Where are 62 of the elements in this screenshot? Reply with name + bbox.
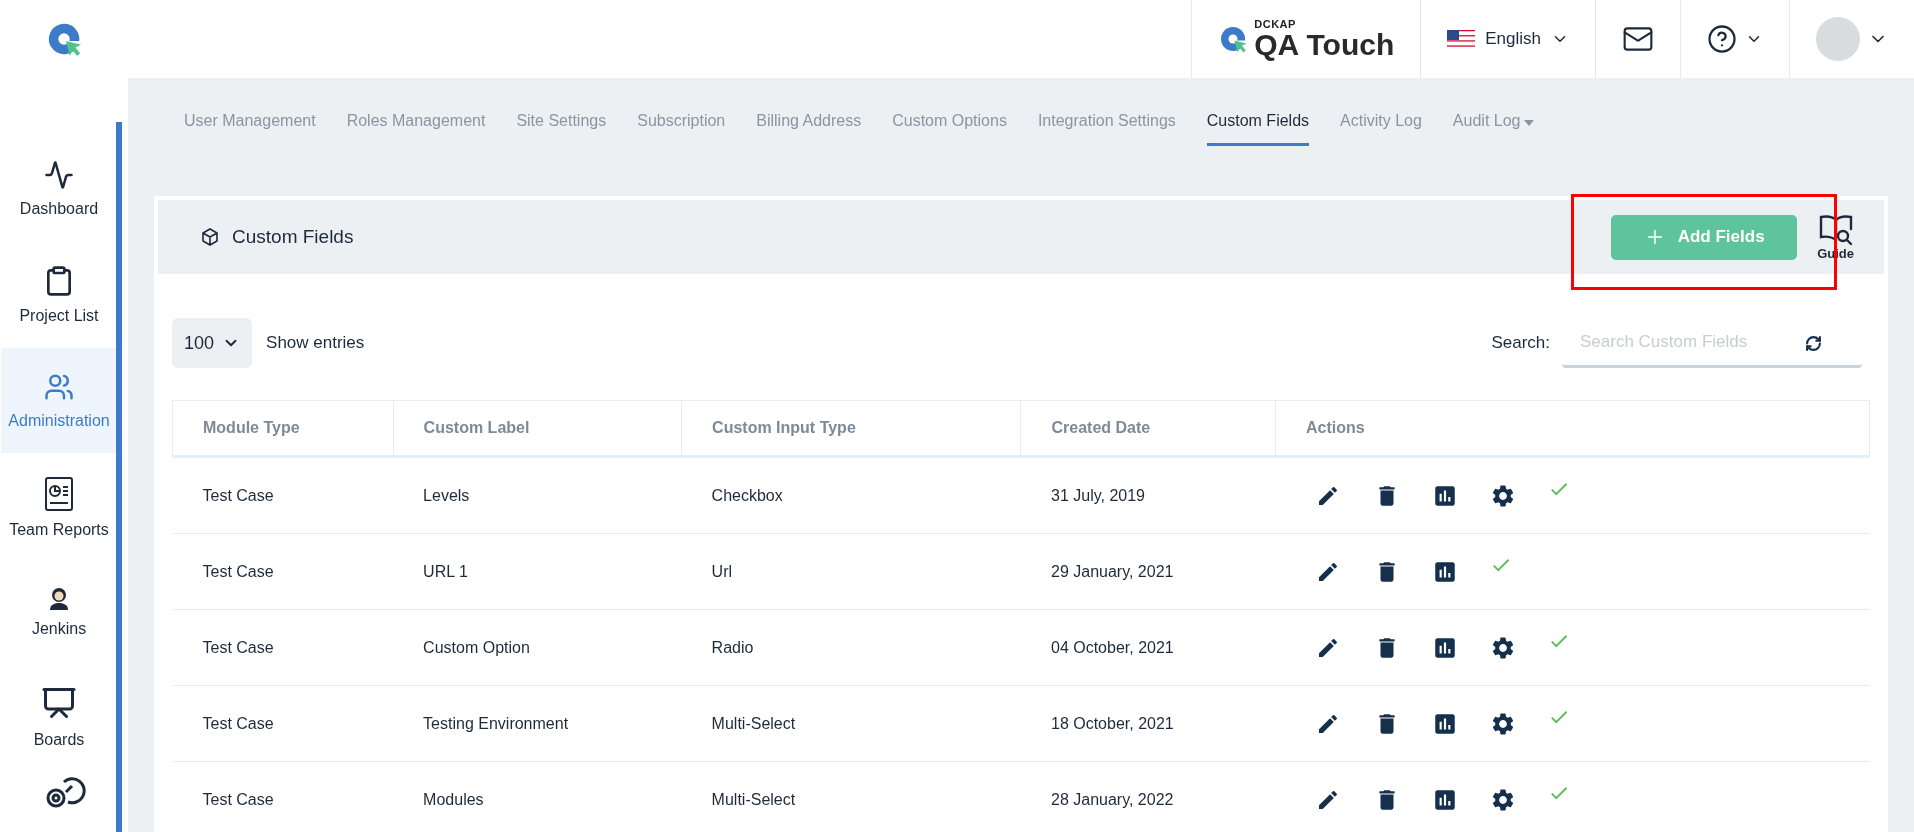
help-icon	[1707, 24, 1737, 54]
tab[interactable]: Integration Settings	[1037, 112, 1176, 146]
person-icon	[48, 586, 70, 610]
column-header: Actions	[1275, 400, 1870, 457]
pulse-icon	[44, 160, 74, 190]
search-label: Search:	[1491, 333, 1550, 353]
table-cell: Radio	[681, 609, 1021, 686]
sidebar-item[interactable]: Boards	[1, 661, 117, 772]
column-header: Created Date	[1021, 400, 1276, 457]
table-cell: Custom Option	[393, 609, 682, 686]
product-name: QA Touch	[1254, 30, 1395, 60]
sidebar-item[interactable]: Administration	[1, 348, 117, 453]
users-icon	[44, 372, 74, 402]
tab[interactable]: Roles Management	[346, 112, 486, 146]
column-header: Module Type	[172, 400, 394, 457]
panel-title: Custom Fields	[232, 226, 354, 248]
table-cell: Multi-Select	[681, 685, 1021, 762]
flag-icon	[1447, 30, 1476, 48]
book-search-icon	[1818, 213, 1853, 246]
table-cell: Testing Environment	[393, 685, 682, 762]
table-cell: 28 January, 2022	[1021, 761, 1276, 832]
sidebar-item[interactable]: Team Reports	[1, 453, 117, 562]
table-cell: Checkbox	[681, 456, 1021, 534]
table-cell: URL 1	[393, 533, 682, 610]
tab[interactable]: Audit Log	[1452, 112, 1535, 146]
table-cell: Url	[681, 533, 1021, 610]
brand-logo-icon	[1218, 24, 1249, 54]
cube-icon	[200, 227, 220, 247]
tab[interactable]: Custom Fields	[1206, 112, 1310, 146]
column-header: Custom Input Type	[681, 400, 1021, 457]
table-cell: 04 October, 2021	[1021, 609, 1276, 686]
add-fields-button[interactable]: Add Fields	[1611, 214, 1798, 260]
sidebar-item[interactable]: Dashboard	[1, 136, 117, 241]
tab[interactable]: Billing Address	[756, 112, 862, 146]
language-selector[interactable]: English	[1447, 29, 1569, 49]
sidebar-item[interactable]: Project List	[1, 241, 117, 348]
table-cell: Test Case	[172, 761, 394, 832]
tab[interactable]: Subscription	[637, 112, 726, 146]
table-cell: Levels	[393, 456, 682, 534]
show-entries-label: Show entries	[266, 333, 365, 353]
table-cell: Multi-Select	[681, 761, 1021, 832]
tab[interactable]: Activity Log	[1340, 112, 1422, 146]
table-cell: Modules	[393, 761, 682, 832]
table-cell: Test Case	[172, 456, 394, 534]
easel-icon	[41, 685, 77, 721]
table-cell: 18 October, 2021	[1021, 685, 1276, 762]
tab[interactable]: User Management	[184, 112, 316, 146]
refresh-icon[interactable]	[1805, 334, 1822, 352]
table-cell: Test Case	[172, 533, 394, 610]
company-name: DCKAP	[1254, 18, 1297, 30]
table-cell: 31 July, 2019	[1021, 456, 1276, 534]
column-header: Custom Label	[393, 400, 682, 457]
tab[interactable]: Custom Options	[892, 112, 1007, 146]
scrollbar[interactable]	[116, 122, 122, 832]
sidebar-item[interactable]: Jenkins	[1, 562, 117, 661]
report-icon	[45, 477, 73, 511]
table-cell: 29 January, 2021	[1021, 533, 1276, 610]
entries-select[interactable]: 100	[172, 318, 253, 368]
avatar	[1816, 17, 1860, 61]
table-cell: Test Case	[172, 609, 394, 686]
tab[interactable]: Site Settings	[516, 112, 607, 146]
table-cell: Test Case	[172, 685, 394, 762]
